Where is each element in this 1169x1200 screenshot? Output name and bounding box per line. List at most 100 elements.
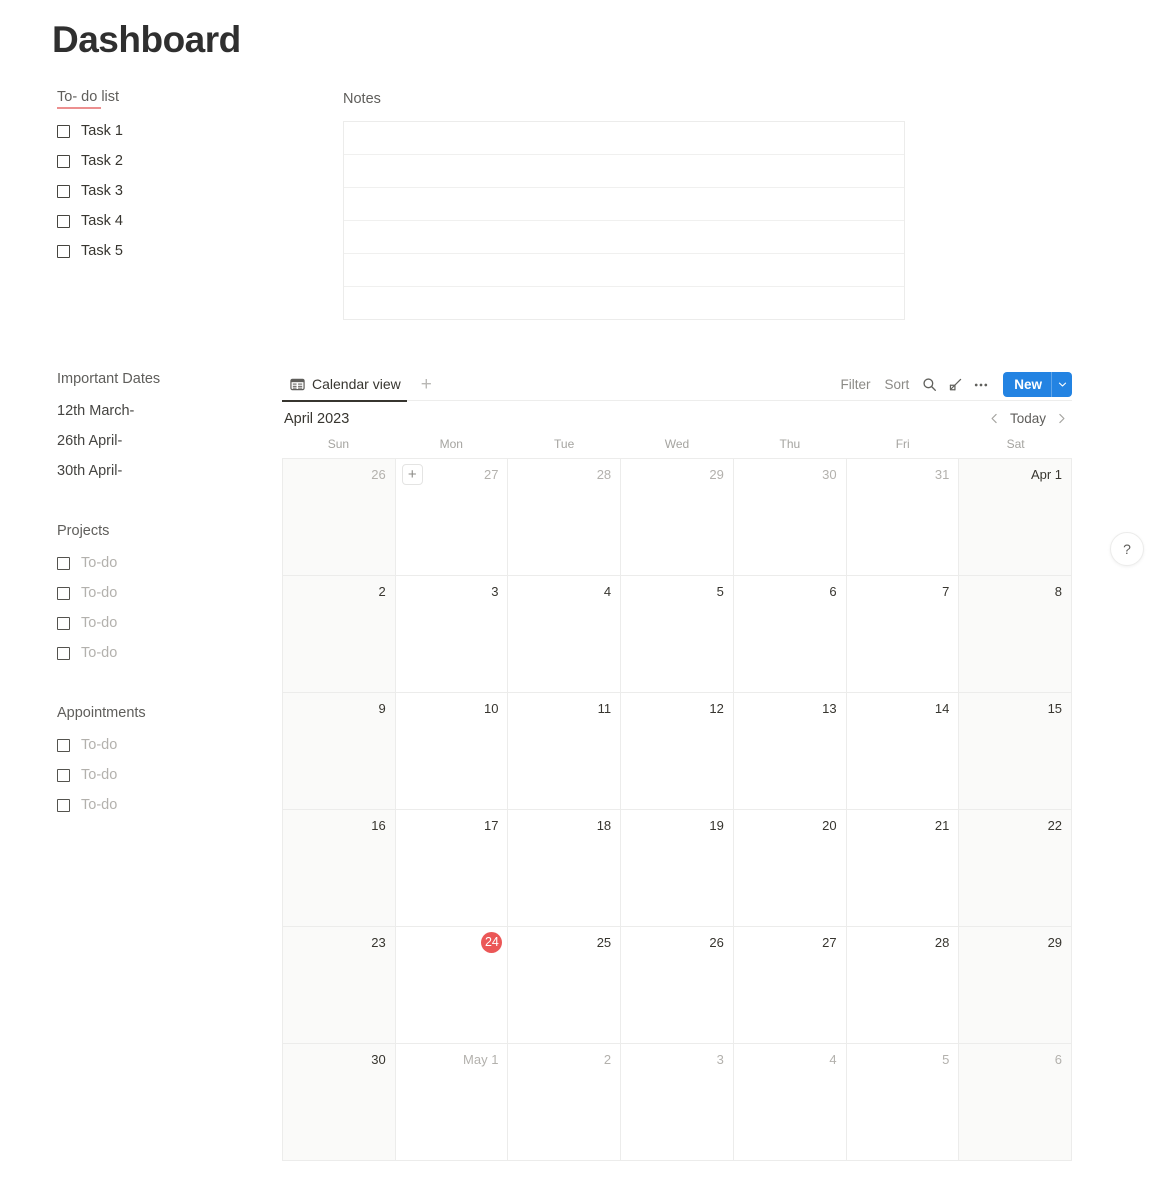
calendar-day-cell[interactable]: 6 [733, 576, 847, 693]
checkbox-unchecked-icon[interactable] [57, 244, 70, 258]
important-date-item[interactable]: 26th April- [57, 426, 160, 456]
important-date-item[interactable]: 12th March- [57, 396, 160, 426]
todo-item[interactable]: Task 1 [57, 116, 123, 146]
checkbox-unchecked-icon[interactable] [57, 184, 70, 198]
calendar-day-cell[interactable]: 12 [621, 693, 734, 810]
checkbox-unchecked-icon[interactable] [57, 798, 70, 812]
checkbox-unchecked-icon[interactable] [57, 124, 70, 138]
calendar-week-row: 23 24 25 26 27 28 29 [283, 927, 1073, 1044]
calendar-day-cell[interactable]: 23 [283, 927, 396, 1044]
tab-calendar-view[interactable]: Calendar view [282, 368, 407, 402]
more-horizontal-icon[interactable] [968, 372, 994, 398]
calendar-day-cell[interactable]: 29 [621, 459, 734, 576]
checkbox-unchecked-icon[interactable] [57, 768, 70, 782]
add-event-button[interactable]: + [401, 464, 423, 485]
notes-row[interactable] [344, 155, 904, 188]
calendar-day-cell[interactable]: 3 [621, 1044, 734, 1161]
chevron-left-icon[interactable] [984, 407, 1006, 431]
expand-diagonal-icon[interactable] [942, 372, 968, 398]
calendar-day-cell[interactable]: 16 [283, 810, 396, 927]
calendar-day-cell[interactable]: 11 [508, 693, 622, 810]
calendar-day-cell[interactable]: 4 [733, 1044, 847, 1161]
sort-button[interactable]: Sort [877, 377, 916, 392]
calendar-day-cell[interactable]: 5 [846, 1044, 960, 1161]
new-button[interactable]: New [1003, 372, 1072, 397]
calendar-day-cell[interactable]: 22 [959, 810, 1073, 927]
calendar-day-cell[interactable]: 9 [283, 693, 396, 810]
day-number: 28 [934, 935, 950, 950]
chevron-right-icon[interactable] [1050, 407, 1072, 431]
checkbox-unchecked-icon[interactable] [57, 646, 70, 660]
checkbox-unchecked-icon[interactable] [57, 154, 70, 168]
notes-row[interactable] [344, 254, 904, 287]
notes-row[interactable] [344, 221, 904, 254]
page-title: Dashboard [52, 19, 241, 60]
search-icon[interactable] [916, 372, 942, 398]
project-item[interactable]: To-do [57, 638, 117, 668]
help-button[interactable]: ? [1110, 532, 1144, 566]
calendar-day-cell[interactable]: 13 [733, 693, 847, 810]
project-item[interactable]: To-do [57, 608, 117, 638]
calendar-day-cell[interactable]: 6 [959, 1044, 1073, 1161]
checkbox-unchecked-icon[interactable] [57, 214, 70, 228]
calendar-day-cell[interactable]: 7 [846, 576, 960, 693]
calendar-day-cell[interactable]: 18 [508, 810, 622, 927]
checkbox-unchecked-icon[interactable] [57, 616, 70, 630]
day-number: 3 [491, 584, 499, 599]
notes-row[interactable] [344, 287, 904, 320]
todo-item[interactable]: Task 5 [57, 236, 123, 266]
checkbox-unchecked-icon[interactable] [57, 738, 70, 752]
calendar-day-cell[interactable]: 26 [283, 459, 396, 576]
calendar-day-cell[interactable]: 30 [283, 1044, 396, 1161]
calendar-day-cell[interactable]: 21 [846, 810, 960, 927]
notes-row[interactable] [344, 188, 904, 221]
calendar-day-cell[interactable]: 3 [395, 576, 509, 693]
checkbox-unchecked-icon[interactable] [57, 556, 70, 570]
day-number: May 1 [463, 1052, 499, 1067]
calendar-day-cell[interactable]: 8 [959, 576, 1073, 693]
calendar-day-cell[interactable]: 15 [959, 693, 1073, 810]
calendar-day-cell[interactable]: 25 [508, 927, 622, 1044]
calendar-day-cell[interactable]: 30 [733, 459, 847, 576]
calendar-day-cell[interactable]: 17 [395, 810, 509, 927]
appointment-item[interactable]: To-do [57, 730, 146, 760]
calendar-day-cell[interactable]: 20 [733, 810, 847, 927]
calendar-day-cell[interactable]: 2 [508, 1044, 622, 1161]
calendar-day-cell[interactable]: 10 [395, 693, 509, 810]
calendar-day-cell[interactable]: 27 [733, 927, 847, 1044]
appointment-item[interactable]: To-do [57, 760, 146, 790]
day-number: 19 [709, 818, 724, 833]
calendar-day-cell[interactable]: 14 [846, 693, 960, 810]
today-button[interactable]: Today [1006, 411, 1050, 426]
calendar-day-cell[interactable]: 5 [621, 576, 734, 693]
calendar-day-cell[interactable]: 4 [508, 576, 622, 693]
todo-item[interactable]: Task 3 [57, 176, 123, 206]
calendar-day-cell[interactable]: Apr 1 [959, 459, 1073, 576]
notes-table[interactable] [343, 121, 905, 320]
todo-item[interactable]: Task 2 [57, 146, 123, 176]
calendar-day-cell[interactable]: 31 [846, 459, 960, 576]
notes-row[interactable] [344, 122, 904, 155]
calendar-day-cell[interactable]: +27 [395, 459, 509, 576]
calendar-day-cell[interactable]: 24 [395, 927, 509, 1044]
calendar-day-cell[interactable]: 28 [508, 459, 622, 576]
todo-item[interactable]: Task 4 [57, 206, 123, 236]
weekday-label: Sun [327, 437, 350, 451]
day-number: 3 [716, 1052, 724, 1067]
important-date-item[interactable]: 30th April- [57, 456, 160, 486]
calendar-day-cell[interactable]: 28 [846, 927, 960, 1044]
calendar-day-cell[interactable]: 29 [959, 927, 1073, 1044]
chevron-down-icon[interactable] [1051, 372, 1072, 397]
calendar-day-cell[interactable]: 2 [283, 576, 396, 693]
checkbox-unchecked-icon[interactable] [57, 586, 70, 600]
heading-underline-accent [57, 107, 101, 109]
project-item[interactable]: To-do [57, 578, 117, 608]
calendar-day-cell[interactable]: 26 [621, 927, 734, 1044]
todo-item-label: Task 5 [81, 243, 123, 259]
project-item[interactable]: To-do [57, 548, 117, 578]
filter-button[interactable]: Filter [833, 377, 877, 392]
add-view-button[interactable]: + [417, 375, 436, 394]
calendar-day-cell[interactable]: 19 [621, 810, 734, 927]
appointment-item[interactable]: To-do [57, 790, 146, 820]
calendar-day-cell[interactable]: May 1 [395, 1044, 509, 1161]
